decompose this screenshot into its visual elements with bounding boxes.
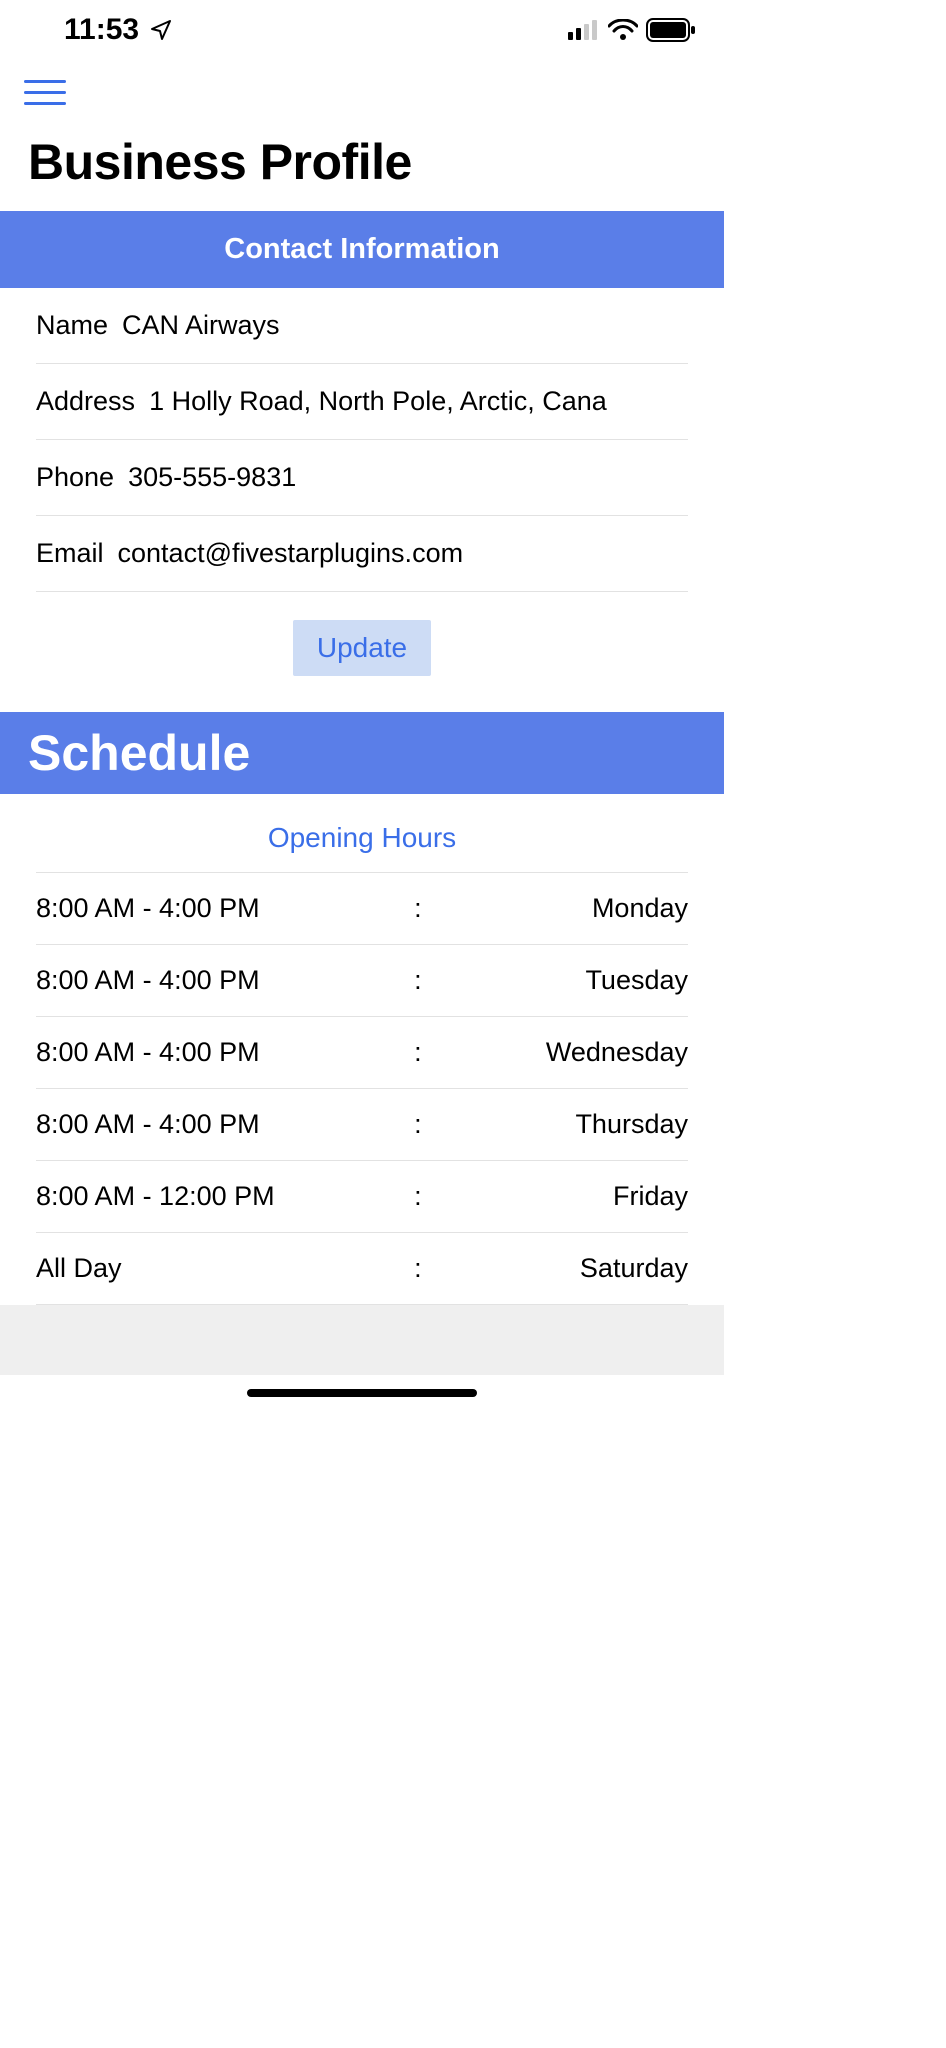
schedule-row: All Day : Saturday bbox=[36, 1232, 688, 1305]
schedule-time: 8:00 AM - 4:00 PM bbox=[36, 1037, 414, 1068]
cellular-signal-icon bbox=[568, 20, 600, 40]
contact-name-value: CAN Airways bbox=[122, 310, 280, 341]
schedule-row: 8:00 AM - 4:00 PM : Wednesday bbox=[36, 1016, 688, 1088]
schedule-day: Saturday bbox=[453, 1253, 688, 1284]
schedule-time: All Day bbox=[36, 1253, 414, 1284]
hamburger-container bbox=[0, 60, 724, 115]
contact-address-row: Address 1 Holly Road, North Pole, Arctic… bbox=[36, 364, 688, 440]
contact-address-label: Address bbox=[36, 386, 135, 417]
contact-name-row: Name CAN Airways bbox=[36, 288, 688, 364]
contact-email-row: Email contact@fivestarplugins.com bbox=[36, 516, 688, 592]
schedule-colon: : bbox=[414, 1181, 453, 1212]
contact-info-header: Contact Information bbox=[0, 211, 724, 288]
schedule-header: Schedule bbox=[0, 712, 724, 794]
schedule-colon: : bbox=[414, 1037, 453, 1068]
bottom-strip bbox=[0, 1305, 724, 1375]
status-bar: 11:53 bbox=[0, 0, 724, 60]
schedule-row: 8:00 AM - 4:00 PM : Monday bbox=[36, 872, 688, 944]
schedule-row: 8:00 AM - 4:00 PM : Thursday bbox=[36, 1088, 688, 1160]
schedule-day: Tuesday bbox=[453, 965, 688, 996]
schedule-colon: : bbox=[414, 965, 453, 996]
schedule-row: 8:00 AM - 4:00 PM : Tuesday bbox=[36, 944, 688, 1016]
contact-info-list: Name CAN Airways Address 1 Holly Road, N… bbox=[0, 288, 724, 592]
schedule-day: Thursday bbox=[453, 1109, 688, 1140]
schedule-time: 8:00 AM - 4:00 PM bbox=[36, 893, 414, 924]
schedule-day: Monday bbox=[453, 893, 688, 924]
status-time: 11:53 bbox=[64, 13, 139, 47]
schedule-time: 8:00 AM - 4:00 PM bbox=[36, 1109, 414, 1140]
update-button[interactable]: Update bbox=[293, 620, 431, 676]
contact-address-value: 1 Holly Road, North Pole, Arctic, Cana bbox=[149, 386, 607, 417]
update-button-container: Update bbox=[0, 592, 724, 712]
contact-name-label: Name bbox=[36, 310, 108, 341]
home-indicator-container bbox=[0, 1375, 724, 1407]
schedule-time: 8:00 AM - 12:00 PM bbox=[36, 1181, 414, 1212]
contact-email-value: contact@fivestarplugins.com bbox=[118, 538, 464, 569]
contact-phone-value: 305-555-9831 bbox=[128, 462, 296, 493]
schedule-day: Wednesday bbox=[453, 1037, 688, 1068]
battery-icon bbox=[646, 18, 696, 42]
schedule-day: Friday bbox=[453, 1181, 688, 1212]
home-indicator bbox=[247, 1389, 477, 1397]
status-right bbox=[568, 18, 696, 42]
schedule-list: 8:00 AM - 4:00 PM : Monday 8:00 AM - 4:0… bbox=[0, 872, 724, 1305]
location-arrow-icon bbox=[149, 18, 173, 42]
page-title: Business Profile bbox=[0, 115, 724, 211]
wifi-icon bbox=[608, 19, 638, 41]
contact-email-label: Email bbox=[36, 538, 104, 569]
schedule-colon: : bbox=[414, 1253, 453, 1284]
schedule-colon: : bbox=[414, 893, 453, 924]
contact-phone-row: Phone 305-555-9831 bbox=[36, 440, 688, 516]
schedule-row: 8:00 AM - 12:00 PM : Friday bbox=[36, 1160, 688, 1232]
menu-icon[interactable] bbox=[24, 80, 66, 105]
schedule-time: 8:00 AM - 4:00 PM bbox=[36, 965, 414, 996]
status-left: 11:53 bbox=[64, 13, 173, 47]
schedule-colon: : bbox=[414, 1109, 453, 1140]
opening-hours-title: Opening Hours bbox=[0, 794, 724, 872]
contact-phone-label: Phone bbox=[36, 462, 114, 493]
